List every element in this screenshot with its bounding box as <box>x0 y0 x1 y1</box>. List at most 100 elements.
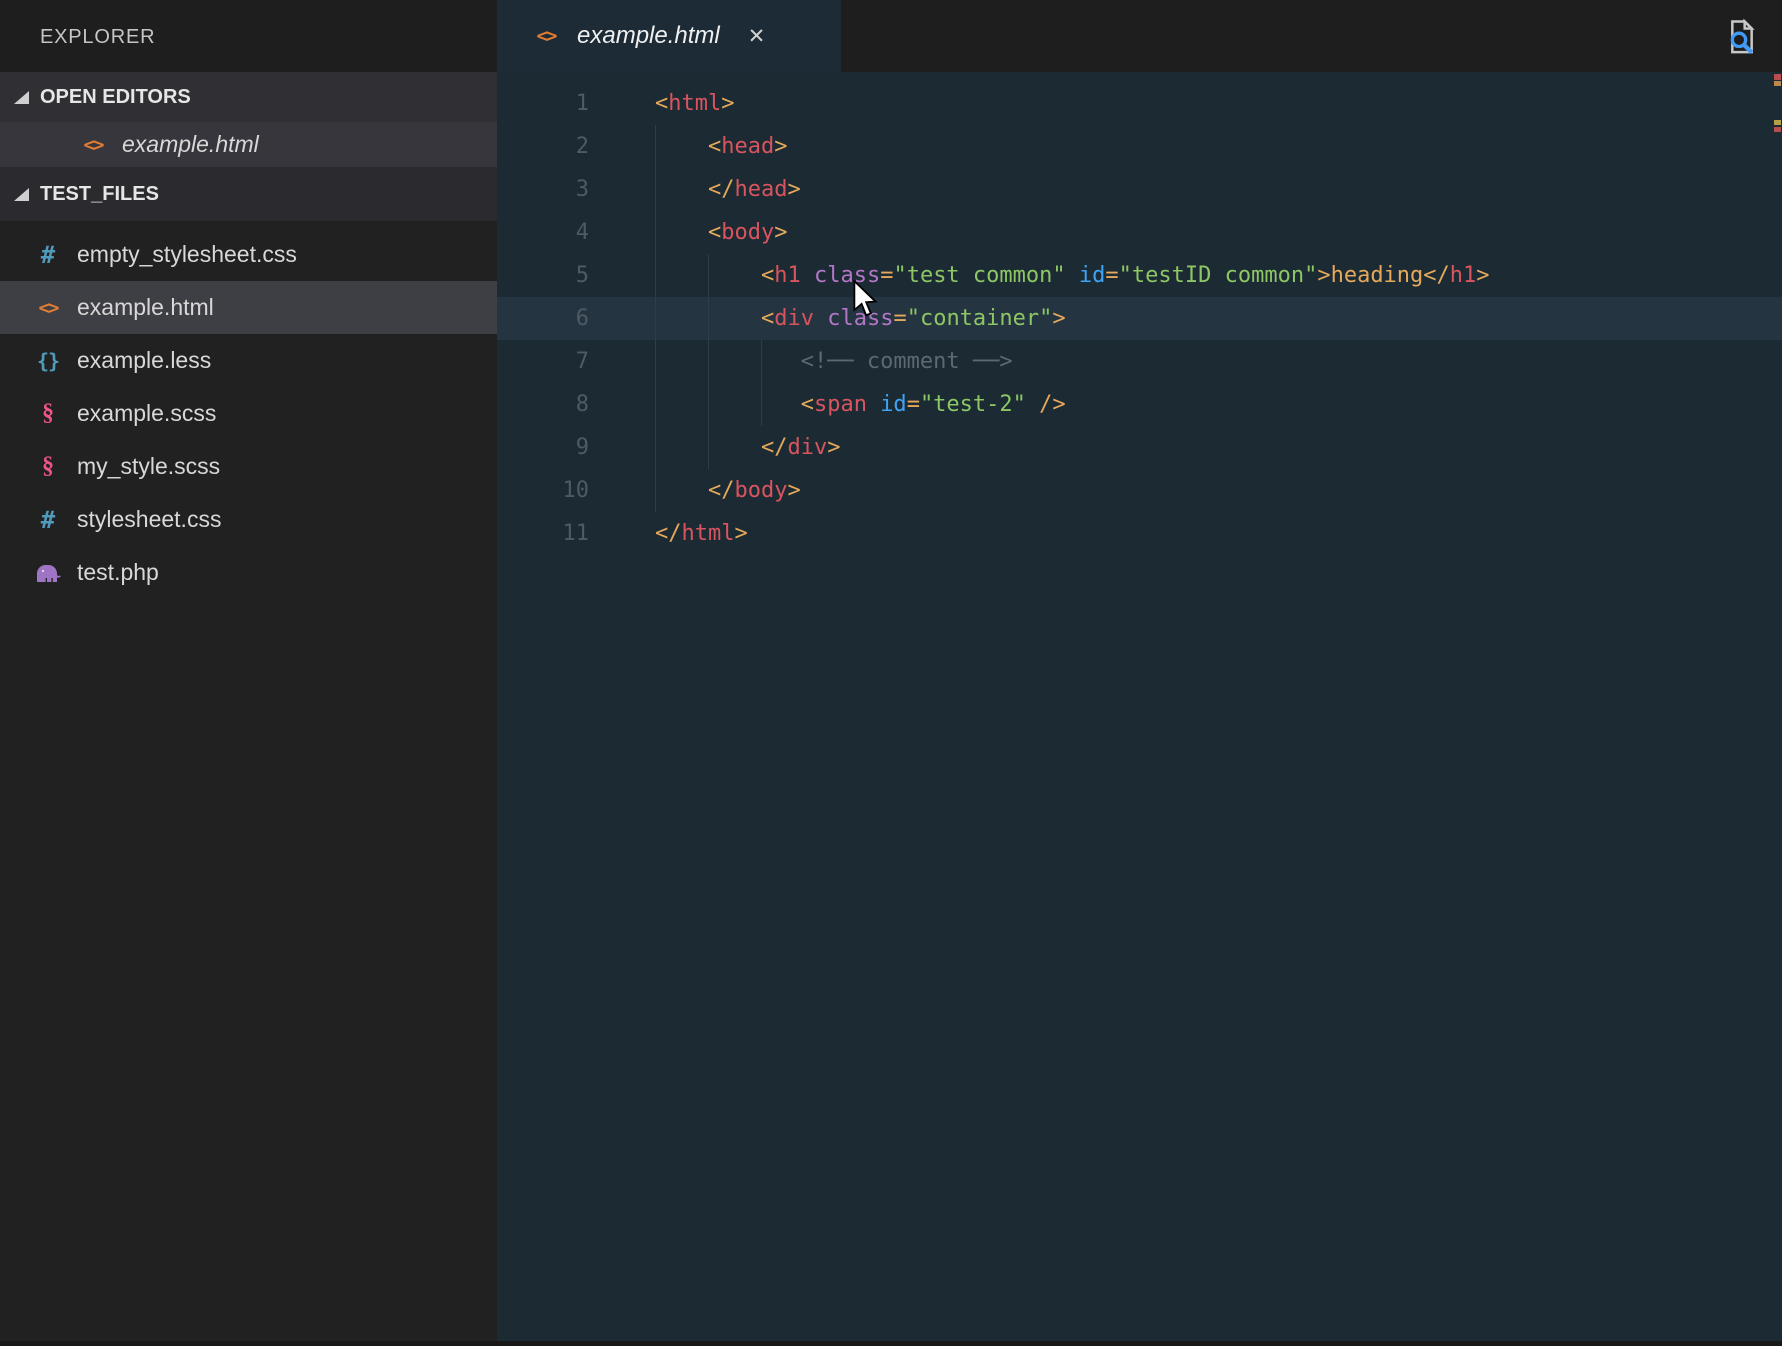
sidebar-item-stylesheet-css[interactable]: #stylesheet.css <box>0 493 497 546</box>
scss-file-icon: § <box>33 453 63 480</box>
sidebar-item-test-php[interactable]: test.php <box>0 546 497 599</box>
token-tag: body <box>734 478 787 503</box>
token-tag: html <box>668 91 721 116</box>
line-content: </head> <box>655 177 801 202</box>
sidebar-item-example-less[interactable]: {} example.less <box>0 334 497 387</box>
code-line-8[interactable]: 8 <span id="test-2" /> <box>497 383 1782 426</box>
token-tag: head <box>734 177 787 202</box>
code-line-2[interactable]: 2 <head> <box>497 125 1782 168</box>
token-punct: > <box>1317 263 1330 288</box>
mouse-cursor <box>852 280 879 335</box>
token-plain <box>814 306 827 331</box>
explorer-header: EXPLORER <box>0 0 497 72</box>
explorer-title: EXPLORER <box>0 0 497 49</box>
file-name-label: example.html <box>77 294 214 321</box>
token-punct: </ <box>1423 263 1450 288</box>
code-line-6[interactable]: 6 <div class="container"> <box>497 297 1782 340</box>
token-attr_id: id <box>880 392 907 417</box>
code-line-1[interactable]: 1<html> <box>497 82 1782 125</box>
token-plain <box>867 392 880 417</box>
html-file-icon: <> <box>33 297 63 319</box>
line-number: 5 <box>497 254 589 297</box>
token-tag: div <box>787 435 827 460</box>
sidebar-item-example-html[interactable]: <> example.html <box>0 281 497 334</box>
file-name-label: example.scss <box>77 400 216 427</box>
token-punct: > <box>734 521 747 546</box>
tab-close-icon[interactable]: ✕ <box>748 24 766 49</box>
line-content: <h1 class="test common" id="testID commo… <box>655 263 1490 288</box>
code-line-3[interactable]: 3 </head> <box>497 168 1782 211</box>
line-number: 11 <box>497 512 589 555</box>
less-file-icon: {} <box>33 349 63 373</box>
scss-file-icon: § <box>33 400 63 427</box>
sidebar-item-example-scss[interactable]: § example.scss <box>0 387 497 440</box>
line-number: 3 <box>497 168 589 211</box>
css-file-icon: # <box>33 241 63 269</box>
line-number: 10 <box>497 469 589 512</box>
file-name-label: my_style.scss <box>77 453 220 480</box>
minimap-mark <box>1774 127 1781 132</box>
token-punct: </ <box>655 521 682 546</box>
html-file-icon: <> <box>78 134 108 156</box>
token-attr_id: id <box>1079 263 1106 288</box>
search-preview-icon[interactable] <box>1722 45 1762 62</box>
section-expanded-twistie-icon[interactable] <box>14 91 29 104</box>
line-content: <body> <box>655 220 787 245</box>
code-line-9[interactable]: 9 </div> <box>497 426 1782 469</box>
line-number: 8 <box>497 383 589 426</box>
token-punct: = <box>907 392 920 417</box>
editor-actions <box>1722 16 1762 63</box>
token-tag: body <box>721 220 774 245</box>
line-content: <head> <box>655 134 787 159</box>
code-editor[interactable]: 1<html>2 <head>3 </head>4 <body>5 <h1 cl… <box>497 72 1782 1346</box>
file-name-label: example.html <box>122 131 259 158</box>
file-name-label: example.less <box>77 347 211 374</box>
token-tag: h1 <box>774 263 801 288</box>
line-content: </body> <box>655 478 801 503</box>
token-punct: /> <box>1039 392 1066 417</box>
code-lines: 1<html>2 <head>3 </head>4 <body>5 <h1 cl… <box>497 72 1782 555</box>
section-header-open-editors[interactable]: OPEN EDITORS <box>0 72 497 122</box>
token-string: "container" <box>907 306 1053 331</box>
token-string: "test-2" <box>920 392 1026 417</box>
css-file-icon: # <box>33 506 63 534</box>
token-string: "testID common" <box>1119 263 1318 288</box>
php-file-icon <box>33 563 63 583</box>
minimap-mark <box>1774 81 1781 86</box>
token-punct: < <box>708 220 721 245</box>
token-tag: div <box>774 306 814 331</box>
token-plain <box>1066 263 1079 288</box>
token-text: heading <box>1331 263 1424 288</box>
section-label: OPEN EDITORS <box>40 86 191 109</box>
open-editor-item-example-html[interactable]: <> example.html <box>0 122 497 167</box>
line-number: 6 <box>497 297 589 340</box>
line-number: 4 <box>497 211 589 254</box>
editor-group: <> example.html ✕ 1<html>2 <box>497 0 1782 1346</box>
token-punct: = <box>893 306 906 331</box>
token-punct: < <box>761 263 774 288</box>
code-line-5[interactable]: 5 <h1 class="test common" id="testID com… <box>497 254 1782 297</box>
code-line-4[interactable]: 4 <body> <box>497 211 1782 254</box>
token-punct: > <box>1052 306 1065 331</box>
section-expanded-twistie-icon[interactable] <box>14 188 29 201</box>
line-number: 9 <box>497 426 589 469</box>
section-header-test-files[interactable]: TEST_FILES <box>0 167 497 221</box>
code-line-7[interactable]: 7 <!── comment ──> <box>497 340 1782 383</box>
line-content: <!── comment ──> <box>655 349 1013 374</box>
token-punct: < <box>708 134 721 159</box>
sidebar-item-my-style-scss[interactable]: § my_style.scss <box>0 440 497 493</box>
token-punct: < <box>801 392 814 417</box>
token-punct: < <box>655 91 668 116</box>
code-line-10[interactable]: 10 </body> <box>497 469 1782 512</box>
token-punct: </ <box>708 177 735 202</box>
sidebar-item-empty-stylesheet-css[interactable]: # empty_stylesheet.css <box>0 228 497 281</box>
minimap[interactable] <box>1774 72 1782 272</box>
token-plain <box>801 263 814 288</box>
token-comment: <!── comment ──> <box>801 349 1013 374</box>
tab-example-html[interactable]: <> example.html ✕ <box>497 0 841 72</box>
token-punct: > <box>774 134 787 159</box>
token-punct: < <box>761 306 774 331</box>
code-line-11[interactable]: 11</html> <box>497 512 1782 555</box>
file-name-label: empty_stylesheet.css <box>77 241 297 268</box>
line-number: 7 <box>497 340 589 383</box>
